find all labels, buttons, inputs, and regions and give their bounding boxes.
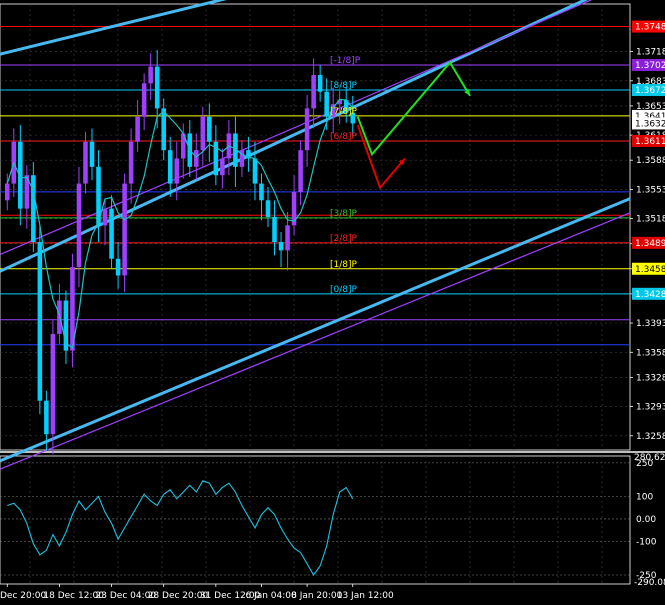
candle-body: [194, 150, 199, 167]
osc-tick-label: -100: [636, 537, 657, 547]
channel-line: [0, 197, 631, 463]
candle-body: [207, 116, 212, 142]
osc-tick-label: 100: [636, 493, 653, 503]
murrey-label: [8/8]P: [330, 81, 358, 91]
x-tick-label: 13 Jan 12:00: [337, 591, 394, 601]
candle-body: [148, 66, 153, 84]
channel-line: [0, 0, 227, 56]
oscillator-panel: 2501000.00-100-250280.6215-290.0846: [0, 453, 665, 588]
y-tick-label: 1.3718: [636, 48, 665, 58]
candles: [4, 49, 356, 455]
trend-channels: [0, 0, 631, 470]
y-tick-label: 1.3393: [636, 319, 665, 329]
y-tick-label: 1.3358: [636, 348, 665, 358]
candle-body: [89, 141, 95, 167]
candle-body: [44, 400, 49, 435]
y-tick-label: 1.3328: [636, 373, 665, 383]
price-badge-label: 1.3611: [635, 137, 665, 147]
candle-body: [4, 183, 10, 201]
candle-body: [285, 225, 290, 251]
candle-body: [109, 208, 114, 259]
x-tick-label: 6 Jan 04:00: [245, 591, 297, 601]
y-tick-label: 1.3518: [636, 215, 665, 225]
candle-body: [102, 208, 108, 226]
channel-line: [0, 0, 593, 256]
y-tick-label: 1.3588: [636, 156, 665, 166]
candle-body: [311, 74, 316, 109]
candle-body: [50, 333, 56, 435]
candle-body: [278, 242, 284, 251]
candle-body: [128, 141, 134, 184]
candle-body: [115, 258, 121, 276]
price-badge-label: 1.3672: [635, 86, 665, 96]
candle-body: [31, 175, 36, 243]
y-tick-label: 1.3553: [636, 185, 665, 195]
chart-svg: [-1/8]P [8/8]P [7/8]P [6/8]P [3/8]P [2/8]P [1/…: [0, 0, 665, 601]
price-badge-label: 1.3702: [635, 61, 665, 71]
time-axis: Dec 20:0018 Dec 12:0023 Dec 04:0028 Dec …: [0, 584, 394, 601]
murrey-labels: [-1/8]P [8/8]P [7/8]P [6/8]P [3/8]P [2/8]P [1/…: [330, 56, 361, 295]
candle-body: [252, 158, 258, 184]
murrey-label: [6/8]P: [330, 132, 358, 142]
oscillator-line: [7, 480, 354, 577]
candle-body: [161, 108, 166, 151]
x-tick-label: Dec 20:00: [0, 591, 46, 601]
candle-body: [324, 91, 329, 117]
x-tick-label: 8 Jan 20:00: [291, 591, 343, 601]
candle-body: [135, 116, 140, 142]
murrey-label: [-1/8]P: [330, 56, 361, 66]
channel-line: [0, 212, 631, 470]
oscillator-panel-frame: [0, 455, 631, 585]
candle-body: [304, 108, 310, 151]
candle-body: [272, 216, 277, 243]
murrey-label: [1/8]P: [330, 260, 358, 270]
candle-body: [37, 242, 43, 401]
osc-top-label: 280.6215: [634, 453, 665, 463]
candle-body: [317, 74, 323, 92]
price-badge-label: 1.3489: [635, 239, 665, 249]
murrey-label: [0/8]P: [330, 285, 358, 295]
price-badge-label: 1.3748: [635, 23, 665, 33]
candle-body: [265, 200, 271, 217]
murrey-label: [2/8]P: [330, 234, 358, 244]
murrey-label: [3/8]P: [330, 209, 358, 219]
candle-body: [200, 116, 206, 151]
osc-bottom-label: -290.0846: [634, 578, 665, 588]
candle-body: [76, 183, 82, 268]
candle-body: [141, 83, 147, 117]
candle-body: [83, 141, 88, 184]
candle-body: [220, 158, 225, 176]
murrey-label: [7/8]P: [330, 107, 358, 117]
y-tick-label: 1.3258: [636, 432, 665, 442]
forecast-arrows: [356, 60, 471, 190]
candle-body: [174, 158, 180, 184]
price-axis: 1.37181.36831.36531.36181.35881.35531.35…: [630, 20, 665, 442]
price-badge-label: 1.3458: [635, 265, 665, 275]
candle-body: [122, 183, 127, 276]
price-badge-label: 1.3632: [635, 119, 665, 129]
candle-body: [167, 150, 173, 184]
candle-body: [259, 183, 264, 201]
osc-tick-label: 0.00: [636, 515, 656, 525]
chart-root: [-1/8]P [8/8]P [7/8]P [6/8]P [3/8]P [2/8]P [1/…: [0, 0, 665, 605]
y-tick-label: 1.3293: [636, 403, 665, 413]
candle-body: [154, 66, 160, 109]
candle-body: [298, 150, 303, 192]
price-badge-label: 1.3428: [635, 290, 665, 300]
horizontal-levels: [0, 26, 630, 346]
